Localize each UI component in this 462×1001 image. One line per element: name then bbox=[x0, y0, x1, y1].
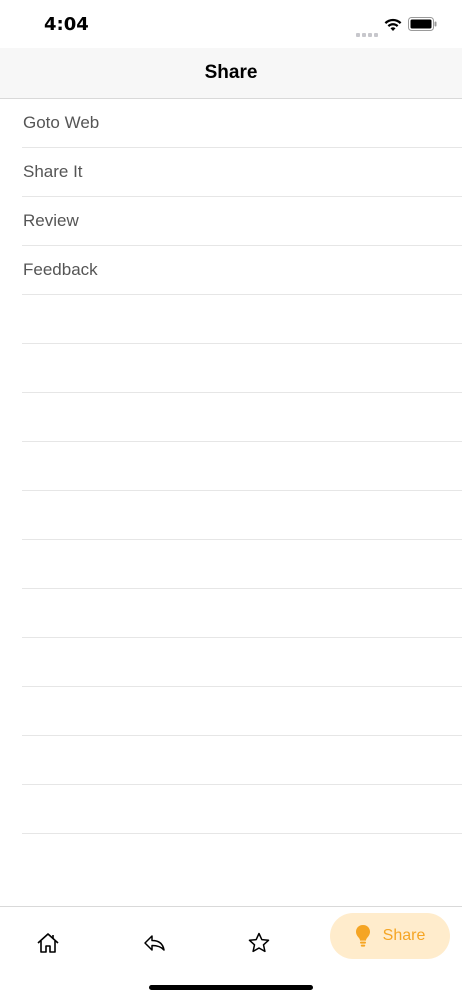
list-item-empty bbox=[22, 687, 462, 736]
navigation-bar: Share bbox=[0, 48, 462, 99]
list-item-label: Share It bbox=[23, 162, 83, 181]
list-item-empty bbox=[22, 442, 462, 491]
list-item-goto-web[interactable]: Goto Web bbox=[22, 99, 462, 148]
cellular-signal-icon bbox=[356, 24, 380, 42]
tab-share[interactable]: Share bbox=[330, 913, 450, 959]
status-bar: 4:04 bbox=[0, 0, 462, 48]
list-item-empty bbox=[22, 393, 462, 442]
list-item-empty bbox=[22, 540, 462, 589]
list-item-empty bbox=[22, 344, 462, 393]
list-item-label: Review bbox=[23, 211, 79, 230]
share-list: Goto Web Share It Review Feedback bbox=[0, 99, 462, 834]
lightbulb-icon bbox=[355, 925, 370, 947]
list-item-empty bbox=[22, 491, 462, 540]
wifi-icon bbox=[384, 18, 402, 31]
list-item-empty bbox=[22, 638, 462, 687]
page-title: Share bbox=[204, 62, 258, 83]
tab-share-label: Share bbox=[382, 927, 426, 944]
list-item-empty bbox=[22, 295, 462, 344]
list-item-label: Goto Web bbox=[23, 113, 100, 132]
list-item-empty bbox=[22, 785, 462, 834]
tab-home[interactable] bbox=[32, 923, 64, 963]
home-icon bbox=[37, 933, 59, 953]
tab-back[interactable] bbox=[138, 923, 170, 963]
list-item-share-it[interactable]: Share It bbox=[22, 148, 462, 197]
battery-icon bbox=[408, 17, 437, 31]
list-item-empty bbox=[22, 589, 462, 638]
tab-favorites[interactable] bbox=[243, 923, 275, 963]
status-time: 4:04 bbox=[44, 14, 89, 35]
list-item-label: Feedback bbox=[23, 260, 98, 279]
list-item-feedback[interactable]: Feedback bbox=[22, 246, 462, 295]
reply-icon bbox=[144, 935, 165, 951]
star-icon bbox=[248, 932, 270, 953]
list-item-review[interactable]: Review bbox=[22, 197, 462, 246]
home-indicator bbox=[149, 985, 313, 990]
list-item-empty bbox=[22, 736, 462, 785]
